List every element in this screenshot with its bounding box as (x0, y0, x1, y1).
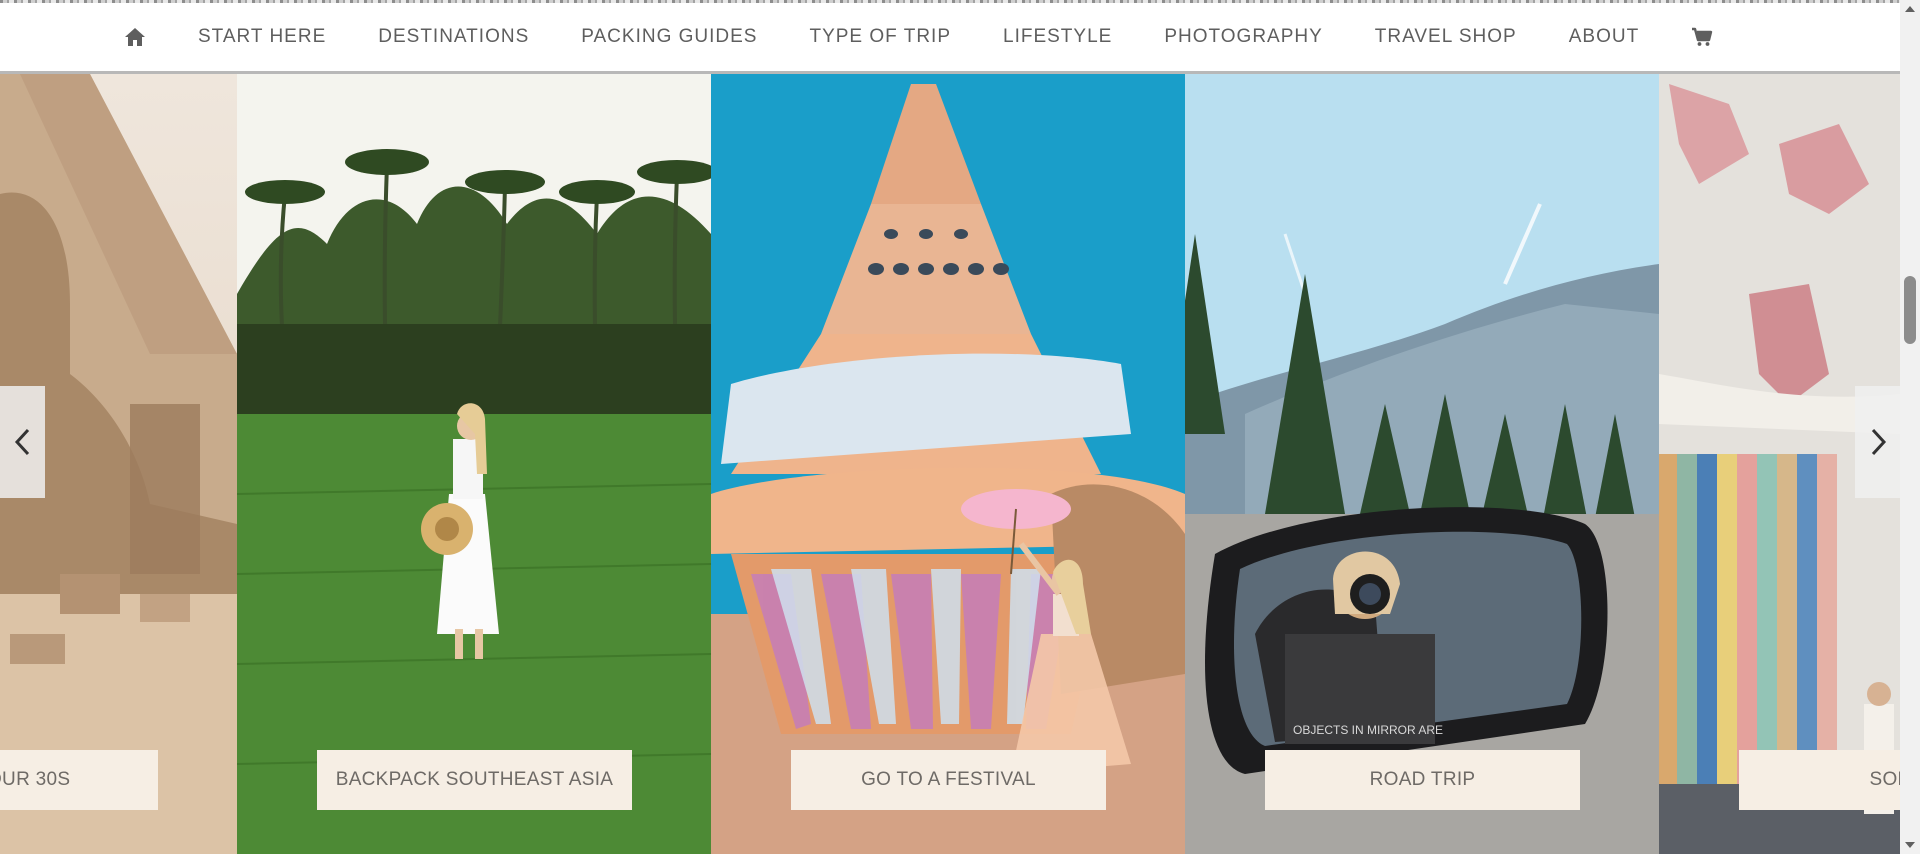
chevron-right-icon (1871, 428, 1886, 456)
slide-caption[interactable]: ROAD TRIP (1265, 750, 1580, 810)
nav-item-packing-guides[interactable]: PACKING GUIDES (581, 26, 757, 48)
slide-caption[interactable]: GO TO A FESTIVAL (791, 750, 1106, 810)
slide-caption[interactable]: SOLO (1739, 750, 1900, 810)
trip-type-carousel: E IN YOUR 30S (0, 74, 1900, 854)
main-nav: START HERE DESTINATIONS PACKING GUIDES T… (0, 3, 1900, 74)
scroll-down-arrow-icon[interactable] (1900, 836, 1920, 854)
cart-icon[interactable] (1691, 27, 1713, 47)
carousel-slide-backpack-southeast-asia[interactable]: BACKPACK SOUTHEAST ASIA (237, 74, 711, 854)
carousel-slide-go-to-a-festival[interactable]: GO TO A FESTIVAL (711, 74, 1185, 854)
festival-shell-photo (711, 74, 1185, 854)
chevron-left-icon (14, 428, 29, 456)
slide-caption[interactable]: E IN YOUR 30S (0, 750, 158, 810)
nav-menu: START HERE DESTINATIONS PACKING GUIDES T… (124, 26, 1713, 48)
nav-item-start-here[interactable]: START HERE (198, 26, 326, 48)
carousel-prev-button[interactable] (0, 386, 45, 498)
scrollbar-thumb[interactable] (1904, 276, 1916, 344)
slide-caption[interactable]: BACKPACK SOUTHEAST ASIA (317, 750, 632, 810)
nav-item-about[interactable]: ABOUT (1569, 26, 1639, 48)
carousel-slide-road-trip[interactable]: OBJECTS IN MIRROR ARE ROAD TRIP (1185, 74, 1659, 854)
nav-item-destinations[interactable]: DESTINATIONS (378, 26, 529, 48)
page-scrollbar[interactable] (1900, 0, 1920, 854)
scroll-up-arrow-icon[interactable] (1900, 0, 1920, 18)
home-icon[interactable] (124, 27, 146, 47)
road-trip-mirror-photo: OBJECTS IN MIRROR ARE (1185, 74, 1659, 854)
nav-item-type-of-trip[interactable]: TYPE OF TRIP (809, 26, 951, 48)
nav-item-lifestyle[interactable]: LIFESTYLE (1003, 26, 1112, 48)
nav-item-travel-shop[interactable]: TRAVEL SHOP (1375, 26, 1517, 48)
nav-item-photography[interactable]: PHOTOGRAPHY (1164, 26, 1322, 48)
rice-field-photo (237, 74, 711, 854)
mirror-warning-text: OBJECTS IN MIRROR ARE (1293, 723, 1443, 737)
carousel-next-button[interactable] (1855, 386, 1900, 498)
